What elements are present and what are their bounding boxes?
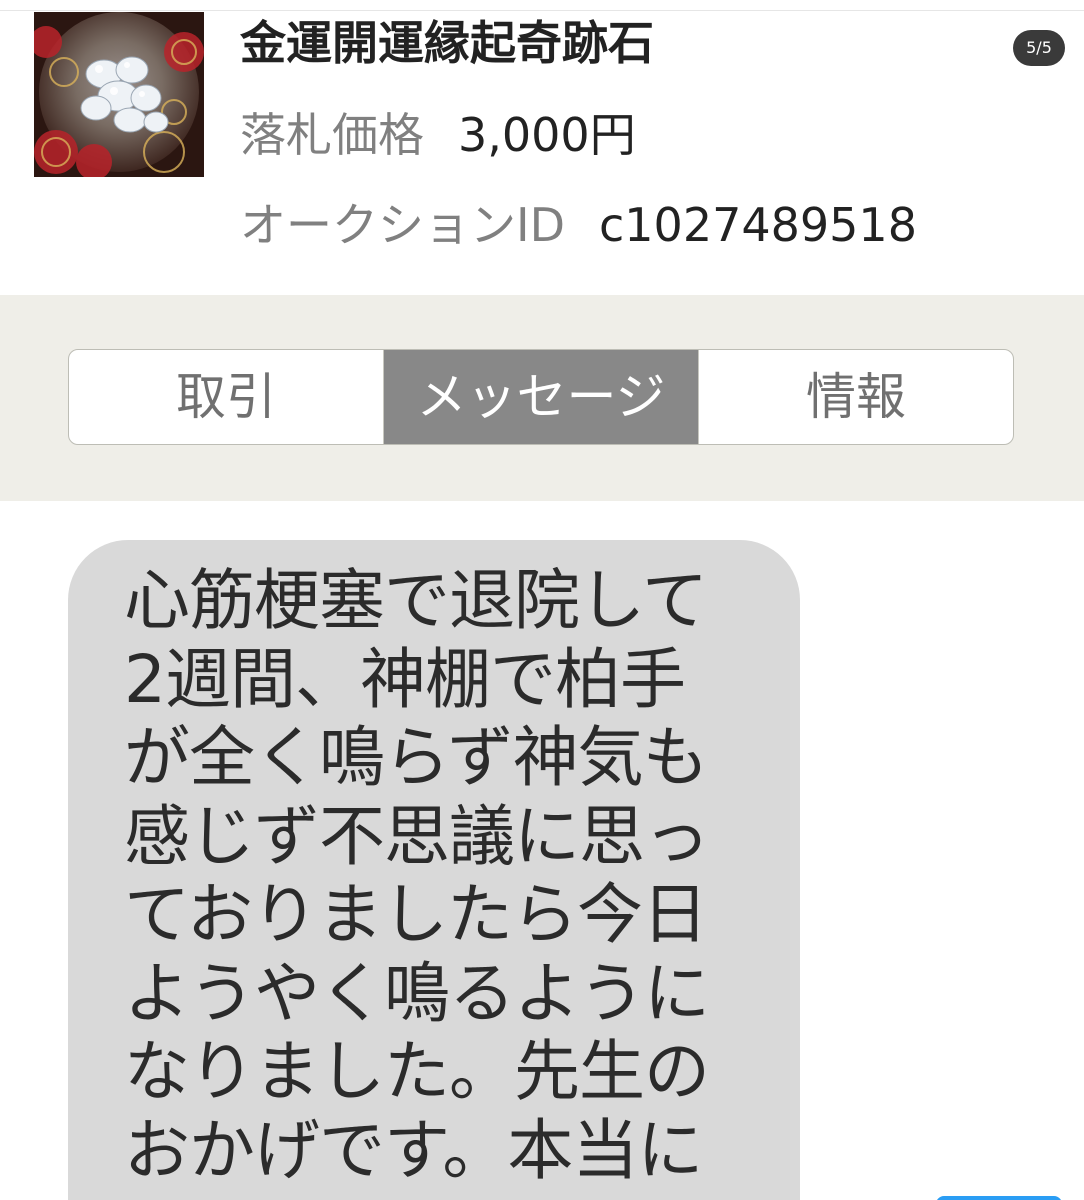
message-bubble: 心筋梗塞で退院して2週間、神棚で柏手が全く鳴らず神気も感じず不思議に思っておりま…	[68, 540, 800, 1200]
segmented-tabs: 取引 メッセージ 情報	[68, 349, 1014, 445]
item-title[interactable]: 金運開運縁起奇跡石	[240, 12, 654, 74]
price-label: 落札価格	[240, 108, 424, 162]
tab-messages[interactable]: メッセージ	[383, 350, 698, 444]
auction-id-value: c1027489518	[599, 198, 917, 252]
price-value: 3,000円	[458, 108, 636, 162]
page-counter-badge: 5/5	[1013, 30, 1065, 66]
auction-id-row: オークションID c1027489518	[240, 194, 917, 256]
send-button[interactable]	[936, 1196, 1062, 1200]
message-text: 心筋梗塞で退院して2週間、神棚で柏手が全く鳴らず神気も感じず不思議に思っておりま…	[124, 562, 710, 1189]
tab-info[interactable]: 情報	[698, 350, 1013, 444]
crystal-stones-image	[34, 12, 204, 177]
auction-id-label: オークションID	[240, 198, 565, 252]
top-divider	[0, 10, 1084, 11]
item-thumbnail[interactable]	[34, 12, 204, 177]
price-row: 落札価格 3,000円	[240, 104, 636, 166]
tab-transaction[interactable]: 取引	[69, 350, 383, 444]
auction-message-screen: 金運開運縁起奇跡石 落札価格 3,000円 オークションID c1027489518…	[0, 0, 1084, 1200]
tab-bar-area: 取引 メッセージ 情報	[0, 295, 1084, 501]
